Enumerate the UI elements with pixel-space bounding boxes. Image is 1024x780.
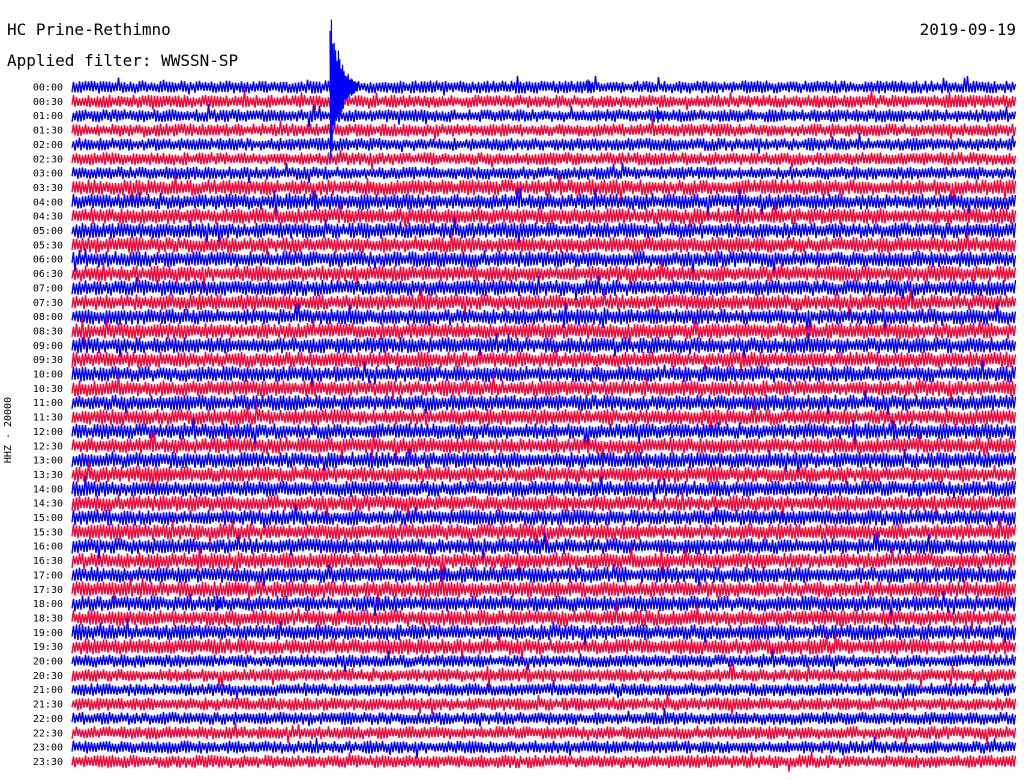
row-tick-label: 23:00 <box>33 743 63 754</box>
row-tick-label: 16:30 <box>33 556 63 567</box>
row-tick-label: 04:30 <box>33 212 63 223</box>
row-tick-label: 07:00 <box>33 283 63 294</box>
row-tick-label: 02:30 <box>33 154 63 165</box>
row-tick-label: 17:00 <box>33 570 63 581</box>
seismic-event <box>656 106 663 124</box>
trace-row <box>71 162 1017 184</box>
trace-row <box>71 680 1017 700</box>
row-tick-label: 11:00 <box>33 398 63 409</box>
row-tick-label: 09:00 <box>33 341 63 352</box>
row-tick-label: 10:00 <box>33 370 63 381</box>
row-tick-label: 06:30 <box>33 269 63 280</box>
trace-row <box>71 663 1017 688</box>
event-trace <box>329 19 359 160</box>
trace-row <box>71 89 1017 112</box>
row-tick-label: 20:30 <box>33 671 63 682</box>
row-tick-label: 12:30 <box>33 441 63 452</box>
row-tick-label: 12:00 <box>33 427 63 438</box>
row-tick-label: 22:30 <box>33 728 63 739</box>
row-tick-label: 13:30 <box>33 470 63 481</box>
row-tick-label: 01:30 <box>33 126 63 137</box>
row-tick-label: 21:00 <box>33 685 63 696</box>
row-tick-label: 05:00 <box>33 226 63 237</box>
seismic-event <box>329 19 359 160</box>
row-tick-label: 20:00 <box>33 657 63 668</box>
row-tick-label: 14:00 <box>33 484 63 495</box>
row-tick-label: 10:30 <box>33 384 63 395</box>
row-tick-label: 03:30 <box>33 183 63 194</box>
row-tick-label: 13:00 <box>33 456 63 467</box>
row-tick-label: 06:00 <box>33 255 63 266</box>
row-tick-label: 02:00 <box>33 140 63 151</box>
row-tick-label: 00:00 <box>33 83 63 94</box>
row-tick-label: 08:00 <box>33 312 63 323</box>
trace-row <box>71 349 1017 373</box>
trace-row <box>71 448 1017 473</box>
trace-row <box>71 736 1017 759</box>
trace-row <box>71 118 1017 140</box>
row-tick-label: 16:00 <box>33 542 63 553</box>
row-tick-label: 05:30 <box>33 240 63 251</box>
row-tick-label: 14:30 <box>33 499 63 510</box>
row-tick-label: 17:30 <box>33 585 63 596</box>
trace-row <box>71 751 1017 772</box>
row-tick-label: 22:00 <box>33 714 63 725</box>
row-tick-label: 18:00 <box>33 599 63 610</box>
row-tick-label: 21:30 <box>33 700 63 711</box>
row-tick-label: 04:00 <box>33 197 63 208</box>
row-tick-label: 07:30 <box>33 298 63 309</box>
row-tick-label: 00:30 <box>33 97 63 108</box>
trace-row <box>71 133 1017 154</box>
trace-row <box>71 708 1017 727</box>
row-tick-label: 15:30 <box>33 527 63 538</box>
helicorder-plot: 00:00 00:30 01:00 01:30 02:00 02:30 03:00 03:30… <box>33 19 1017 772</box>
row-tick-label: 01:00 <box>33 111 63 122</box>
row-tick-label: 18:30 <box>33 613 63 624</box>
row-tick-label: 23:30 <box>33 757 63 768</box>
row-tick-label: 11:30 <box>33 413 63 424</box>
trace-row <box>71 75 1017 96</box>
row-tick-label: 19:30 <box>33 642 63 653</box>
row-tick-label: 08:30 <box>33 326 63 337</box>
row-tick-label: 19:00 <box>33 628 63 639</box>
trace-row <box>71 693 1017 715</box>
row-tick-label: 09:30 <box>33 355 63 366</box>
row-tick-label: 15:00 <box>33 513 63 524</box>
trace-row <box>71 150 1017 170</box>
event-trace <box>656 106 663 124</box>
row-tick-label: 03:00 <box>33 169 63 180</box>
